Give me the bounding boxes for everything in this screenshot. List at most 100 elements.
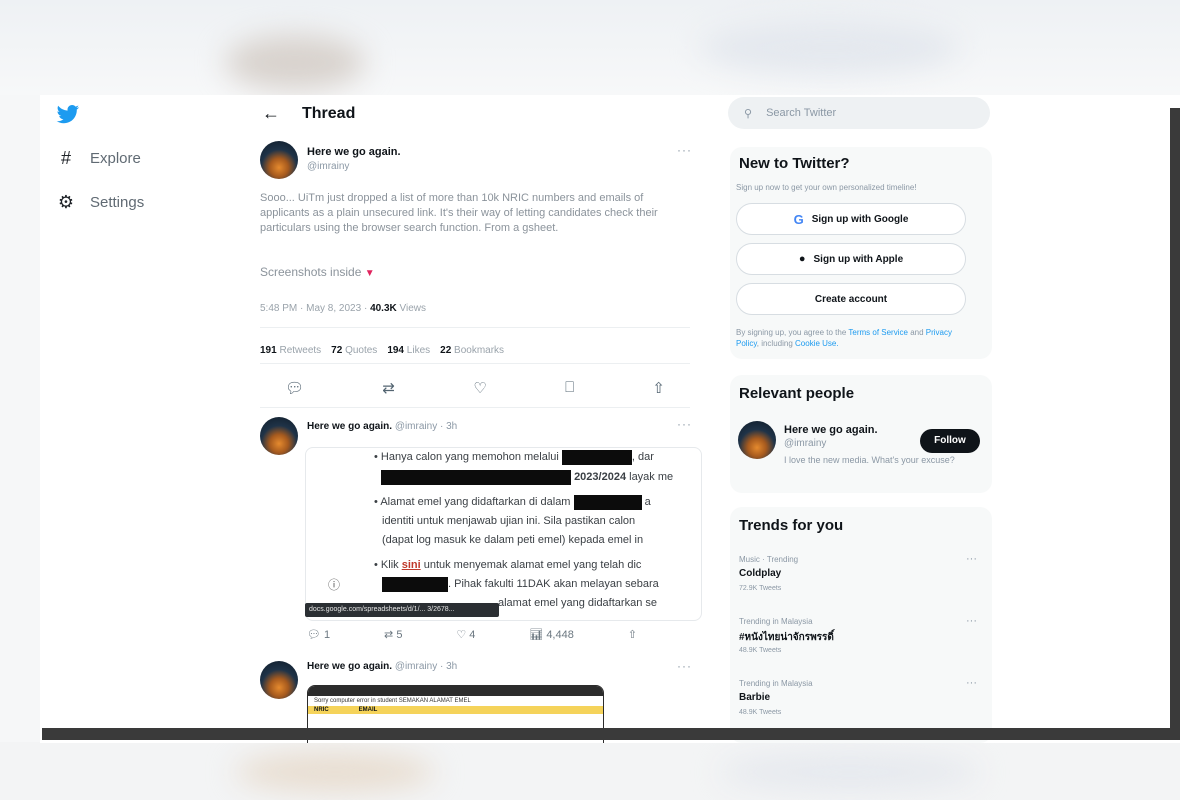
tweet-meta: 5:48 PM · May 8, 2023 · 40.3K Views — [260, 303, 426, 314]
tweet-stats: 191 Retweets 72 Quotes 194 Likes 22 Book… — [260, 345, 504, 356]
image-header: Sorry computer error in student SEMAKAN … — [314, 698, 471, 704]
twitter-window: # Explore ⚙ Settings ← Thread Here we go… — [40, 95, 1180, 743]
avatar[interactable] — [260, 661, 298, 699]
trend-name[interactable]: Barbie — [739, 692, 770, 703]
more-options-icon[interactable]: ··· — [966, 553, 977, 565]
reply-author-name[interactable]: Here we go again. — [307, 421, 392, 432]
stat-quotes[interactable]: 72 Quotes — [331, 345, 377, 356]
search-placeholder: Search Twitter — [766, 107, 837, 119]
trend-category: Trending in Malaysia — [739, 679, 813, 688]
person-name[interactable]: Here we go again. — [784, 424, 878, 436]
blur-blob — [225, 35, 365, 90]
trend-count: 72.9K Tweets — [739, 585, 782, 592]
reply-header: Here we go again. @imrainy · 3h — [307, 421, 457, 432]
nav-settings[interactable]: ⚙ Settings — [56, 192, 144, 213]
image-columns: NRIC EMAIL — [308, 706, 603, 714]
share-icon[interactable]: ⇧ — [652, 379, 665, 397]
reply-count[interactable]: 💬︎ 1 — [307, 628, 330, 641]
terms-link[interactable]: Terms of Service — [848, 328, 908, 337]
stat-bookmarks[interactable]: 22 Bookmarks — [440, 345, 504, 356]
tweet-author-handle[interactable]: @imrainy — [307, 161, 349, 172]
retweet-count[interactable]: ⇄ 5 — [384, 628, 402, 641]
blurred-background-top — [0, 0, 1180, 95]
card-title: Trends for you — [739, 517, 844, 534]
trend-count: 48.9K Tweets — [739, 709, 782, 716]
avatar[interactable] — [260, 141, 298, 179]
screenshots-text: Screenshots inside — [260, 265, 362, 279]
bookmark-icon[interactable]: ⎕ — [565, 379, 574, 397]
share-icon[interactable]: ⇧ — [628, 628, 637, 641]
avatar[interactable] — [738, 421, 776, 459]
trend-name[interactable]: Coldplay — [739, 568, 781, 579]
stat-retweets[interactable]: 191 Retweets — [260, 345, 321, 356]
views-count: 40.3K — [370, 303, 397, 314]
screenshots-line: Screenshots inside ▼ — [260, 265, 375, 279]
trend-count: 48.9K Tweets — [739, 647, 782, 654]
terms-text: By signing up, you agree to the Terms of… — [736, 328, 953, 348]
trends-card: Trends for you Music · Trending Coldplay… — [730, 507, 992, 743]
doc-line: 2023/2024 layak me — [381, 468, 673, 487]
person-bio: I love the new media. What's your excuse… — [784, 455, 955, 465]
blurred-background-bottom — [0, 742, 1180, 800]
link-tooltip: docs.google.com/spreadsheets/d/1/... 3/2… — [305, 603, 499, 617]
doc-line: (dapat log masuk ke dalam peti emel) kep… — [382, 534, 644, 546]
more-options-icon[interactable]: ··· — [966, 615, 977, 627]
card-subtitle: Sign up now to get your own personalized… — [736, 183, 917, 192]
person-handle[interactable]: @imrainy — [784, 438, 826, 449]
nav-explore[interactable]: # Explore — [56, 148, 141, 169]
sign-up-google-button[interactable]: G Sign up with Google — [736, 203, 966, 235]
thread-header: ← Thread — [262, 103, 355, 124]
more-options-icon[interactable]: ··· — [677, 417, 692, 431]
sign-up-apple-button[interactable]: ● Sign up with Apple — [736, 243, 966, 275]
like-count[interactable]: ♡ 4 — [456, 628, 475, 641]
blur-blob — [235, 752, 435, 792]
twitter-bird-icon[interactable] — [56, 105, 80, 130]
image-topbar — [308, 686, 603, 696]
create-account-button[interactable]: Create account — [736, 283, 966, 315]
thread-column: ← Thread Here we go again. @imrainy ··· … — [245, 95, 705, 743]
doc-line: • Alamat emel yang didaftarkan di dalam … — [374, 494, 651, 510]
divider — [260, 327, 690, 328]
trend-category: Music · Trending — [739, 555, 799, 564]
info-icon: ⓘ — [328, 578, 341, 592]
reply-author-handle[interactable]: @imrainy · 3h — [395, 421, 457, 432]
nav-settings-label: Settings — [90, 194, 145, 211]
relevant-people-card: Relevant people Here we go again. @imrai… — [730, 375, 992, 493]
trend-category: Trending in Malaysia — [739, 617, 813, 626]
reply-attached-image[interactable]: • Hanya calon yang memohon melalui , dar… — [305, 447, 702, 621]
reply-author-handle[interactable]: @imrainy · 3h — [395, 661, 457, 672]
doc-line: • Hanya calon yang memohon melalui , dar — [374, 449, 654, 465]
frame-shadow-right — [1170, 108, 1180, 740]
back-arrow-icon[interactable]: ← — [262, 103, 280, 124]
google-icon: G — [793, 211, 804, 227]
doc-line: identiti untuk menjawab ujian ini. Sila … — [382, 515, 636, 527]
tweet-author-name[interactable]: Here we go again. — [307, 146, 401, 158]
reply-author-name[interactable]: Here we go again. — [307, 661, 392, 672]
more-options-icon[interactable]: ··· — [677, 659, 692, 673]
cookie-link[interactable]: Cookie Use. — [795, 339, 839, 348]
apple-icon: ● — [798, 253, 806, 265]
reply-icon[interactable]: 💬︎ — [285, 379, 304, 397]
more-options-icon[interactable]: ··· — [677, 143, 692, 157]
stat-likes[interactable]: 194 Likes — [387, 345, 430, 356]
follow-button[interactable]: Follow — [920, 429, 980, 453]
search-box[interactable]: ⚲ Search Twitter — [728, 97, 990, 129]
doc-link[interactable]: sini — [402, 559, 421, 571]
reply-actions: 💬︎ 1 ⇄ 5 ♡ 4 📊︎ 4,448 ⇧ — [307, 628, 637, 641]
doc-line: alamat emel yang didaftarkan se — [498, 597, 657, 609]
card-title: Relevant people — [739, 385, 855, 402]
gear-icon: ⚙ — [57, 192, 75, 212]
tweet-time[interactable]: 5:48 PM · May 8, 2023 · — [260, 303, 367, 314]
views-count-reply[interactable]: 📊︎ 4,448 — [529, 628, 574, 641]
tweet-actions: 💬︎ ⇄ ♡ ⎕ ⇧ — [285, 379, 665, 397]
retweet-icon[interactable]: ⇄ — [382, 379, 395, 397]
more-options-icon[interactable]: ··· — [966, 677, 977, 689]
reply-header: Here we go again. @imrainy · 3h — [307, 661, 457, 672]
avatar[interactable] — [260, 417, 298, 455]
divider — [260, 407, 690, 408]
like-icon[interactable]: ♡ — [473, 379, 486, 397]
trend-name[interactable]: #หนังไทยน่าจักรพรรดิ์ — [739, 630, 834, 645]
divider — [260, 363, 690, 364]
views-label: Views — [399, 303, 427, 314]
doc-line: . Pihak fakulti 11DAK akan melayan sebar… — [382, 575, 659, 594]
